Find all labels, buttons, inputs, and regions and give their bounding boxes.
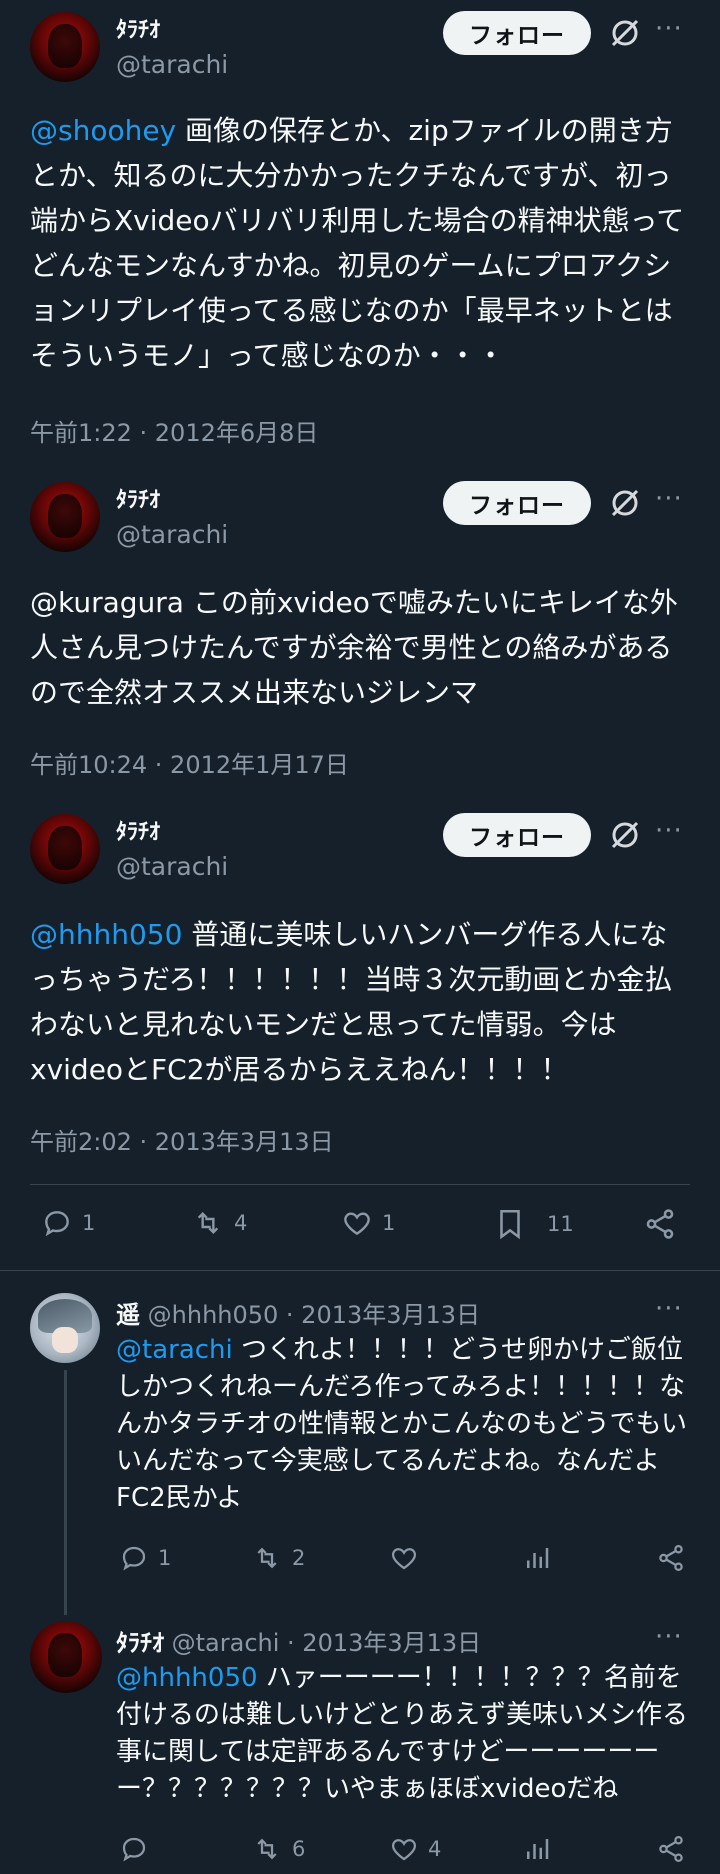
heart-icon [391, 1839, 417, 1861]
tweet-body: 画像の保存とか、zipファイルの開き方とか、知るのに大分かかったクチなんですが、… [30, 114, 685, 372]
retweet-icon [197, 1211, 219, 1235]
user-handle: @tarachi [116, 50, 229, 79]
reply-header: ﾀﾗﾁｵ @tarachi · 2013年3月13日 [116, 1623, 481, 1658]
avatar[interactable] [30, 1621, 102, 1693]
user-handle: @tarachi [116, 852, 229, 881]
reply-icon [122, 1546, 146, 1571]
reply-count: 1 [158, 1546, 172, 1570]
mention-link[interactable]: @shoohey [30, 114, 176, 147]
tweet[interactable]: ﾀﾗﾁｵ @tarachi フォロー ··· @kuragura この前xvid… [0, 470, 720, 790]
analytics-button[interactable] [522, 1834, 560, 1864]
tweet-text: @shoohey 画像の保存とか、zipファイルの開き方とか、知るのに大分かかっ… [30, 108, 690, 378]
user-handle: @tarachi · 2013年3月13日 [171, 1629, 482, 1657]
bookmark-icon [500, 1209, 520, 1240]
reply-button[interactable]: 1 [40, 1207, 95, 1239]
reply-button[interactable]: 1 [118, 1543, 171, 1573]
section-divider [0, 1270, 720, 1271]
display-name: ﾀﾗﾁｵ [116, 1629, 164, 1657]
reply-tweet[interactable]: ﾀﾗﾁｵ @tarachi · 2013年3月13日 ··· @hhhh050 … [0, 1618, 720, 1874]
tweet-text: @hhhh050 普通に美味しいハンバーグ作る人になっちゃうだろ！！！！！！当時… [30, 912, 690, 1092]
reply-tweet[interactable]: 遥 @hhhh050 · 2013年3月13日 ··· @tarachi つくれ… [0, 1290, 720, 1615]
mention-link[interactable]: @hhhh050 [30, 918, 182, 951]
heart-icon [344, 1212, 370, 1236]
reply-text: @hhhh050 ハァーーーー！！！！？？？名前を付けるのは難しいけどとりあえず… [116, 1660, 696, 1808]
more-icon[interactable]: ··· [655, 1294, 683, 1324]
tweet[interactable]: ﾀﾗﾁｵ @tarachi フォロー ··· @shoohey 画像の保存とか、… [0, 0, 720, 447]
user-handle: @tarachi [116, 520, 229, 549]
analytics-icon [527, 1839, 549, 1859]
grok-icon[interactable] [608, 16, 642, 50]
mention-link[interactable]: @hhhh050 [116, 1663, 258, 1693]
follow-button[interactable]: フォロー [443, 481, 591, 525]
share-icon [659, 1836, 683, 1862]
avatar[interactable] [30, 482, 100, 552]
user-handle: @hhhh050 · 2013年3月13日 [147, 1301, 481, 1329]
share-button[interactable] [656, 1834, 694, 1864]
follow-button[interactable]: フォロー [443, 11, 591, 55]
reply-icon [45, 1211, 69, 1237]
retweet-button[interactable]: 6 [250, 1834, 305, 1864]
more-icon[interactable]: ··· [655, 1622, 683, 1652]
share-button[interactable] [643, 1207, 685, 1241]
retweet-count: 6 [292, 1837, 306, 1861]
analytics-icon [527, 1548, 549, 1568]
display-name: ﾀﾗﾁｵ [116, 820, 161, 845]
bookmark-count: 11 [547, 1212, 574, 1236]
more-icon[interactable]: ··· [655, 816, 683, 846]
heart-icon [391, 1548, 417, 1570]
avatar[interactable] [30, 12, 100, 82]
timestamp[interactable]: 午前10:24 · 2012年1月17日 [30, 745, 349, 780]
display-name: ﾀﾗﾁｵ [116, 488, 161, 513]
avatar[interactable] [30, 1293, 100, 1363]
follow-button[interactable]: フォロー [443, 813, 591, 857]
mention-link[interactable]: @tarachi [116, 1335, 233, 1365]
grok-icon[interactable] [608, 818, 642, 852]
retweet-button[interactable]: 4 [190, 1207, 247, 1239]
share-icon [646, 1209, 674, 1239]
tweet-text: @kuragura この前xvideoで嘘みたいにキレイな外人さん見つけたんです… [30, 586, 678, 709]
retweet-count: 2 [292, 1546, 306, 1570]
like-count: 4 [428, 1837, 442, 1861]
reply-count: 1 [82, 1211, 96, 1235]
reply-header: 遥 @hhhh050 · 2013年3月13日 [116, 1295, 480, 1330]
timestamp[interactable]: 午前2:02 · 2013年3月13日 [30, 1122, 334, 1157]
retweet-icon [257, 1547, 277, 1569]
like-count: 1 [382, 1211, 396, 1235]
analytics-button[interactable] [522, 1543, 560, 1573]
share-icon [659, 1545, 683, 1571]
grok-icon[interactable] [608, 486, 642, 520]
share-button[interactable] [656, 1543, 694, 1573]
like-button[interactable]: 4 [388, 1834, 441, 1864]
like-button[interactable] [388, 1543, 428, 1573]
display-name: 遥 [116, 1301, 140, 1329]
bookmark-button[interactable]: 11 [493, 1207, 574, 1241]
display-name: ﾀﾗﾁｵ [116, 18, 161, 43]
retweet-count: 4 [234, 1211, 248, 1235]
retweet-button[interactable]: 2 [250, 1543, 305, 1573]
reply-icon [122, 1837, 146, 1862]
thread-line [64, 1370, 67, 1615]
reply-text: @tarachi つくれよ！！！！どうせ卵かけご飯位しかつくれねーんだろ作ってみ… [116, 1332, 696, 1517]
avatar[interactable] [30, 814, 100, 884]
timestamp[interactable]: 午前1:22 · 2012年6月8日 [30, 413, 318, 448]
tweet[interactable]: ﾀﾗﾁｵ @tarachi フォロー ··· @hhhh050 普通に美味しいハ… [0, 802, 720, 1272]
retweet-icon [257, 1838, 277, 1860]
divider [30, 1184, 690, 1185]
reply-button[interactable] [118, 1834, 158, 1864]
like-button[interactable]: 1 [340, 1207, 395, 1239]
more-icon[interactable]: ··· [655, 484, 683, 514]
more-icon[interactable]: ··· [655, 14, 683, 44]
